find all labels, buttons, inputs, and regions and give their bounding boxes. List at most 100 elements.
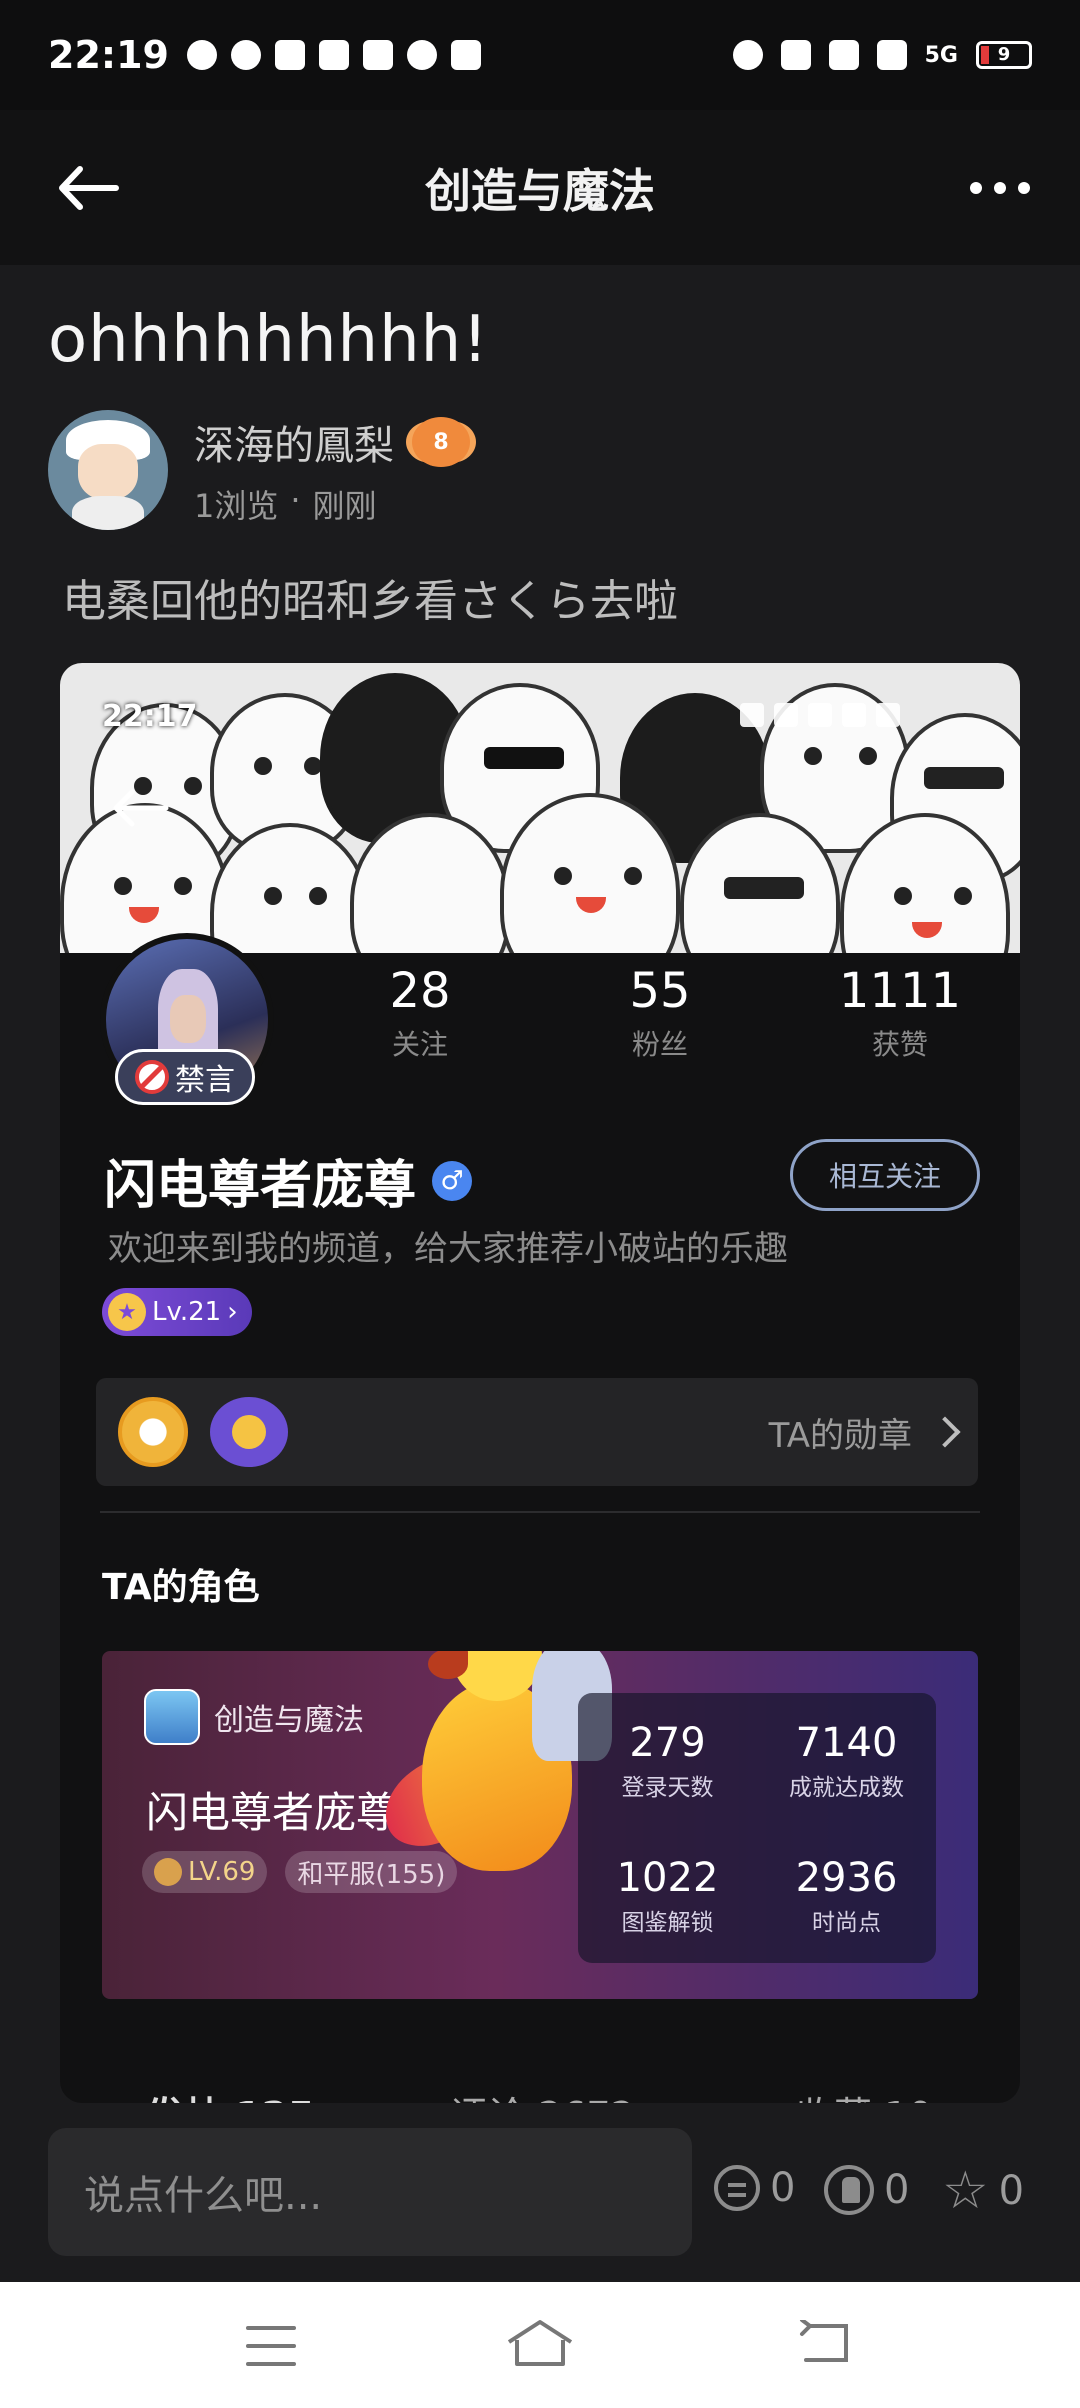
status-time: 22:19 [48,33,169,77]
mute-badge: 禁言 [115,1049,255,1105]
stat-likes: 1111 获赞 [800,963,1000,1063]
favorite-button[interactable]: ☆ 0 [942,2165,1024,2217]
embedded-back-arrow-icon [113,789,169,827]
view-count: 1浏览 [194,487,279,525]
stat-num: 55 [629,963,691,1019]
back-arrow-icon[interactable] [56,163,120,213]
star-icon: ★ [108,1293,146,1331]
thumbs-up-icon [824,2165,874,2215]
profile-bottom-tabs: 发帖 125 评论 2672 收藏 10 [60,2063,1020,2103]
status-bar: 22:19 5G 9 [0,0,1080,110]
role-name: 闪电尊者庞尊 [146,1788,399,1837]
stat-num: 1111 [838,963,962,1019]
battery-icon: 9 [976,41,1032,69]
mute-label: 禁言 [175,1063,235,1098]
medal-bar: TA的勋章 [96,1378,978,1486]
app-icon [318,40,349,70]
role-stat-num: 7140 [795,1719,898,1766]
wifi-icon [828,40,859,70]
game-row: 创造与魔法 [144,1689,364,1745]
role-card: 创造与魔法 闪电尊者庞尊 LV.69 和平服(155) 279 登录天数 714… [102,1651,978,1999]
tab-comments: 评论 2672 [450,2085,635,2103]
role-level-tag: LV.69 [142,1851,268,1893]
status-right: 5G 9 [732,40,1032,70]
star-outline-icon: ☆ [942,2161,989,2221]
role-stat-num: 279 [629,1719,706,1766]
chevron-right-icon [929,1416,961,1448]
favorite-count: 0 [998,2168,1025,2214]
comment-icon [714,2165,760,2211]
meta-separator: · [290,481,301,519]
mute-icon [135,1060,169,1094]
male-icon: ♂ [432,1160,473,1201]
author-row[interactable]: 深海的鳳梨 8 1浏览 · 刚刚 [48,410,470,530]
level-label: Lv.21 [152,1297,222,1327]
wechat-icon [186,40,217,70]
medal-label: TA的勋章 [768,1415,912,1456]
home-icon[interactable] [505,2318,575,2368]
profile-name: 闪电尊者庞尊 [104,1156,417,1216]
role-stats: 279 登录天数 7140 成就达成数 1022 图鉴解锁 2936 时尚点 [578,1693,936,1963]
embedded-status-icons [740,703,900,727]
back-icon[interactable] [796,2320,852,2366]
profile-banner: 22:17 [60,663,1020,953]
embedded-status-time: 22:17 [102,699,198,734]
message-icon [362,40,393,70]
medal-icon [210,1397,288,1467]
qq-icon [230,40,261,70]
like-count: 0 [884,2167,910,2213]
system-navigation-bar [0,2282,1080,2408]
network-label: 5G [924,42,958,68]
medal-icon [118,1397,188,1467]
role-stat-label: 成就达成数 [789,1774,904,1801]
stat-fans: 55 粉丝 [560,963,760,1063]
stat-label: 粉丝 [631,1028,688,1061]
chevron-right-icon: › [227,1297,238,1327]
comment-button[interactable]: 0 [714,2165,795,2211]
role-stat-label: 图鉴解锁 [621,1909,714,1936]
tab-favorites: 收藏 10 [796,2085,932,2103]
author-info: 深海的鳳梨 8 1浏览 · 刚刚 [194,413,470,527]
author-meta: 1浏览 · 刚刚 [194,481,470,527]
profile-stats: 28 关注 55 粉丝 1111 获赞 [320,963,1000,1063]
post-body: 电桑回他的昭和乡看さくら去啦 [62,576,678,627]
book-icon [450,40,481,70]
role-stat-label: 登录天数 [621,1774,714,1801]
vibrate-icon [780,40,811,70]
post-time: 刚刚 [312,487,377,525]
stat-following: 28 关注 [320,963,520,1063]
hd-icon [876,40,907,70]
role-stat: 1022 图鉴解锁 [578,1828,757,1963]
like-button[interactable]: 0 [824,2165,909,2215]
recent-apps-icon[interactable] [246,2326,296,2366]
role-stat-num: 1022 [616,1854,719,1901]
author-name[interactable]: 深海的鳳梨 [194,413,394,471]
role-stat-label: 时尚点 [812,1909,881,1936]
role-stat: 2936 时尚点 [757,1828,936,1963]
post-title: ohhhhhhhhh! [48,303,489,377]
send-icon [274,40,305,70]
game-icon [406,40,437,70]
role-stat-num: 2936 [795,1854,898,1901]
alarm-icon [732,40,763,70]
stat-num: 28 [389,963,451,1019]
game-name: 创造与魔法 [214,1703,364,1738]
role-heading: TA的角色 [102,1567,260,1608]
notification-icons [186,40,481,70]
role-stat: 7140 成就达成数 [757,1693,936,1828]
role-stat: 279 登录天数 [578,1693,757,1828]
tab-posts: 发帖 125 [146,2085,315,2103]
top-app-bar: 创造与魔法 [0,110,1080,265]
comment-count: 0 [770,2165,796,2211]
divider [100,1511,980,1513]
game-logo-icon [144,1689,200,1745]
avatar[interactable] [48,410,168,530]
profile-name-row: 闪电尊者庞尊 ♂ [104,1143,473,1218]
post-image[interactable]: 22:17 禁言 28 关注 55 粉丝 1111 获赞 闪电尊者庞尊 ♂ 相互… [60,663,1020,2103]
role-level: LV.69 [188,1857,256,1887]
more-options-icon[interactable] [970,181,1030,194]
comment-input[interactable]: 说点什么吧... [48,2128,692,2256]
profile-bio: 欢迎来到我的频道，给大家推荐小破站的乐趣 [108,1229,788,1269]
level-badge: 8 [412,417,470,467]
level-pill: ★ Lv.21 › [102,1288,252,1336]
